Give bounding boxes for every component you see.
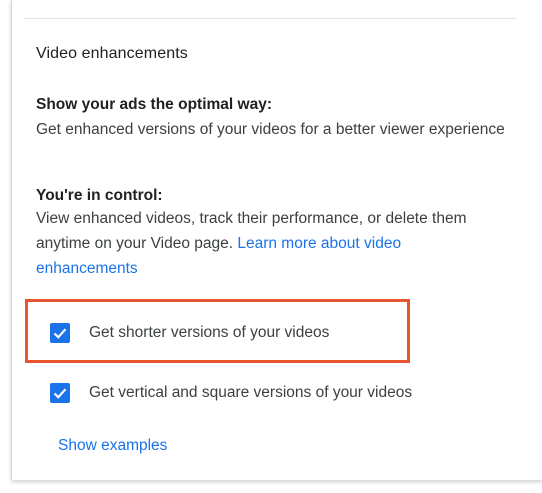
shorter-versions-option[interactable]: Get shorter versions of your videos — [50, 323, 329, 343]
checkmark-icon — [53, 328, 67, 339]
shorter-versions-checkbox[interactable] — [50, 323, 70, 343]
control-description: View enhanced videos, track their perfor… — [36, 206, 506, 281]
optimal-description: Get enhanced versions of your videos for… — [36, 121, 505, 138]
vertical-square-checkbox[interactable] — [50, 383, 70, 403]
vertical-square-option[interactable]: Get vertical and square versions of your… — [50, 383, 412, 403]
divider — [23, 18, 517, 19]
section-title: Video enhancements — [36, 45, 188, 62]
show-examples-link[interactable]: Show examples — [58, 437, 167, 455]
vertical-square-label: Get vertical and square versions of your… — [89, 384, 413, 401]
control-heading: You're in control: — [36, 187, 163, 204]
checkmark-icon — [53, 388, 67, 399]
optimal-heading: Show your ads the optimal way: — [36, 96, 272, 113]
shorter-versions-label: Get shorter versions of your videos — [89, 324, 330, 341]
page: Video enhancements Show your ads the opt… — [0, 0, 542, 493]
